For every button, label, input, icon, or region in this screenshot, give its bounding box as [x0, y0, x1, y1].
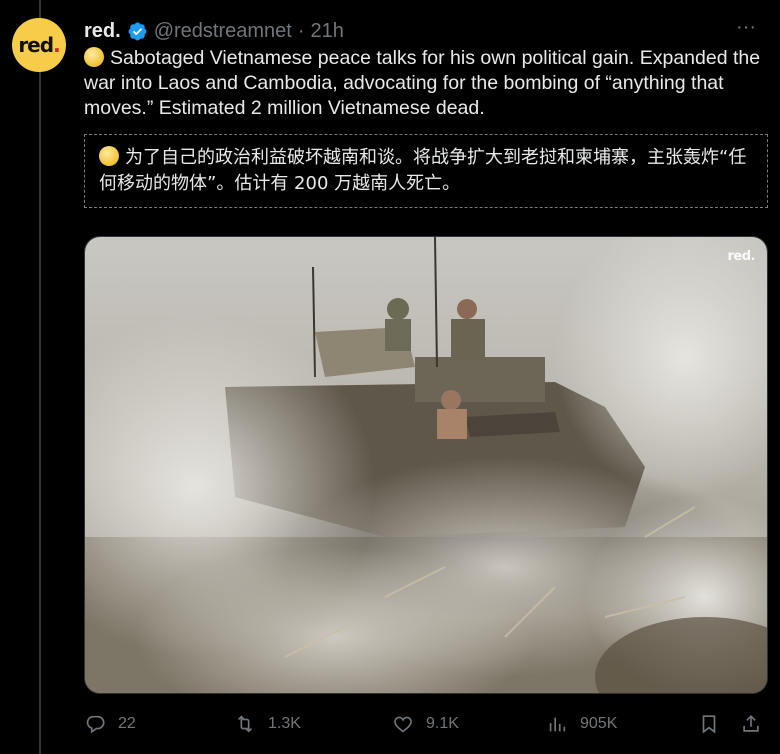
views-button[interactable]: 905K: [546, 706, 617, 742]
bookmark-button[interactable]: [698, 706, 720, 742]
tweet-text-content: Sabotaged Vietnamese peace talks for his…: [84, 47, 761, 119]
translation-text: 为了自己的政治利益破坏越南和谈。将战争扩大到老挝和柬埔寨，主张轰炸“任何移动的物…: [99, 147, 747, 194]
tweet-header: red. @redstreamnet · 21h ···: [84, 17, 760, 44]
photo-scene: [85, 237, 767, 693]
share-button[interactable]: [740, 706, 762, 742]
like-button[interactable]: 9.1K: [392, 706, 459, 742]
action-bar: 22 1.3K 9.1K 905K: [84, 706, 768, 742]
yellow-circle-emoji-icon: [84, 47, 104, 67]
translation-box: 为了自己的政治利益破坏越南和谈。将战争扩大到老挝和柬埔寨，主张轰炸“任何移动的物…: [84, 134, 768, 208]
avatar-logo: red.: [18, 33, 60, 57]
repost-button[interactable]: 1.3K: [234, 706, 301, 742]
reply-icon: [86, 715, 105, 734]
share-icon: [743, 715, 759, 732]
views-count: 905K: [580, 715, 618, 732]
user-handle[interactable]: @redstreamnet: [154, 20, 292, 43]
bookmark-icon: [702, 715, 716, 734]
tweet-text: Sabotaged Vietnamese peace talks for his…: [84, 46, 774, 121]
repost-count: 1.3K: [268, 715, 301, 732]
timestamp[interactable]: 21h: [311, 20, 344, 43]
separator: ·: [297, 19, 305, 42]
more-options-button[interactable]: ···: [732, 17, 760, 44]
display-name[interactable]: red.: [84, 20, 121, 43]
reply-button[interactable]: 22: [84, 706, 136, 742]
tweet-photo[interactable]: red.: [84, 236, 768, 694]
reply-count: 22: [118, 715, 136, 732]
heart-icon: [394, 716, 412, 733]
tweet[interactable]: red. red. @redstreamnet · 21h ··· Sabota…: [0, 0, 780, 754]
views-icon: [549, 717, 566, 732]
repost-icon: [237, 715, 253, 733]
verified-badge-icon: [127, 21, 148, 42]
media-watermark: red.: [727, 249, 756, 264]
yellow-circle-emoji-icon: [99, 146, 119, 166]
avatar[interactable]: red.: [12, 18, 66, 72]
like-count: 9.1K: [426, 715, 459, 732]
